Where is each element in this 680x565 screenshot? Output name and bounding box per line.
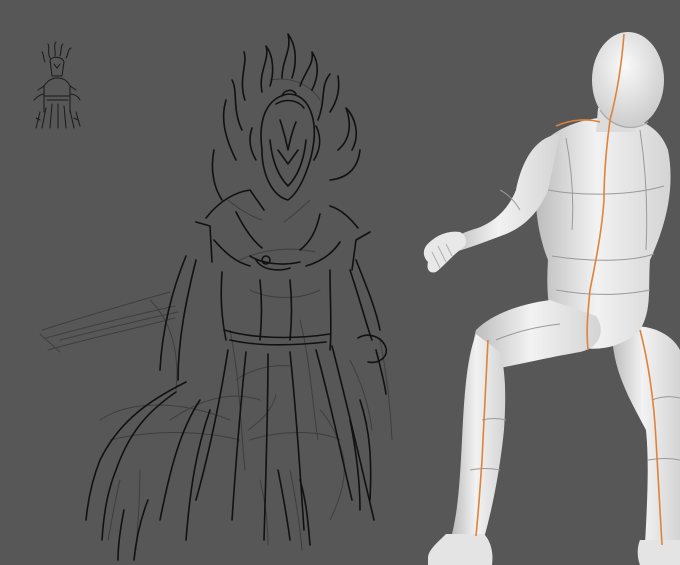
drawing-canvas <box>0 0 680 565</box>
mannequin-reference-model <box>423 32 680 565</box>
